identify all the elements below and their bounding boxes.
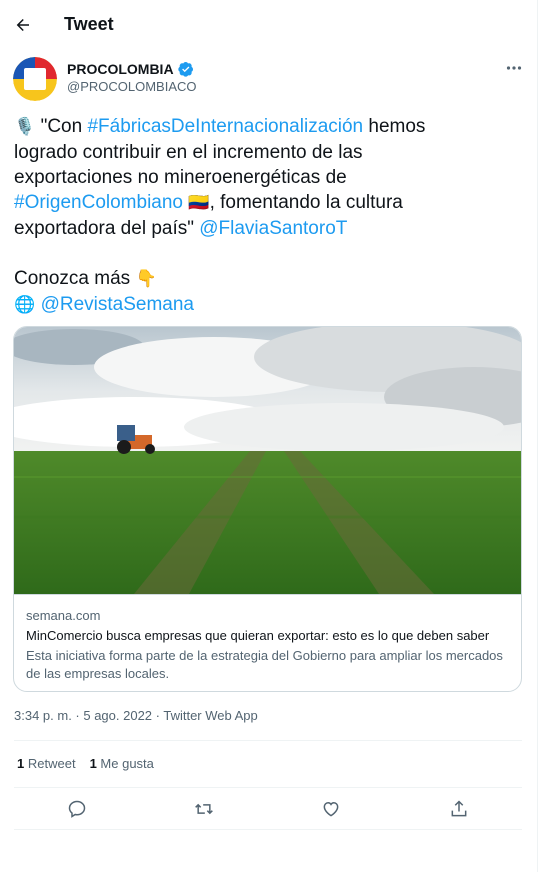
retweet-button[interactable] bbox=[189, 794, 219, 824]
back-arrow-icon bbox=[16, 19, 29, 31]
back-button[interactable] bbox=[8, 8, 38, 42]
page-header: Tweet bbox=[0, 0, 538, 50]
card-description: Esta iniciativa forma parte de la estrat… bbox=[26, 648, 503, 681]
author-display-name[interactable]: PROCOLOMBIA bbox=[67, 61, 174, 77]
tweet-line bbox=[14, 241, 514, 266]
tweet-text-segment: logrado contribuir en el incremento de l… bbox=[14, 142, 363, 163]
tweet-text-segment: "Con bbox=[40, 116, 88, 137]
tweet-text: 🎙️ "Con #FábricasDeInternacionalización … bbox=[14, 114, 514, 318]
mention-link[interactable]: @FlaviaSantoroT bbox=[199, 218, 347, 239]
more-options-button[interactable] bbox=[504, 58, 524, 78]
author-name-row: PROCOLOMBIA bbox=[67, 61, 194, 77]
tweet-line: Conozca más 👇 bbox=[14, 266, 514, 292]
tweet-stats: 1 Retweet 1 Me gusta bbox=[17, 756, 154, 771]
procolombia-logo-icon bbox=[13, 57, 57, 101]
tweet-line: exportaciones no mineroenergéticas de bbox=[14, 165, 514, 190]
card-domain: semana.com bbox=[26, 608, 101, 623]
tweet-text-segment: exportadora del país" bbox=[14, 218, 200, 239]
tweet-page: Tweet PROCOLOMBIA @PROCOLOMBIACO 🎙️ "Con… bbox=[0, 0, 538, 872]
reply-icon bbox=[68, 800, 86, 818]
divider bbox=[14, 829, 522, 830]
card-body: semana.com MinComercio busca empresas qu… bbox=[14, 594, 521, 691]
retweets-stat[interactable]: 1 Retweet bbox=[17, 756, 76, 771]
action-bar bbox=[0, 794, 538, 824]
mention-link[interactable]: @RevistaSemana bbox=[41, 294, 194, 315]
author-handle[interactable]: @PROCOLOMBIACO bbox=[67, 79, 197, 94]
retweet-icon bbox=[195, 803, 213, 815]
like-button[interactable] bbox=[316, 794, 346, 824]
more-options-icon bbox=[506, 66, 522, 70]
emoji-icon: 🌐 bbox=[14, 295, 41, 315]
share-icon bbox=[451, 800, 467, 817]
retweets-label: Retweet bbox=[27, 756, 76, 771]
tweet-line: 🎙️ "Con #FábricasDeInternacionalización … bbox=[14, 114, 514, 140]
tweet-text-segment: , fomentando la cultura bbox=[209, 192, 403, 213]
link-preview-card[interactable]: semana.com MinComercio busca empresas qu… bbox=[13, 326, 522, 692]
emoji-icon: 🇨🇴 bbox=[183, 193, 210, 213]
tweet-text-segment: exportaciones no mineroenergéticas de bbox=[14, 167, 347, 188]
emoji-icon: 👇 bbox=[135, 269, 157, 289]
tweet-timestamp[interactable]: 3:34 p. m. · 5 ago. 2022 · Twitter Web A… bbox=[14, 708, 258, 723]
tweet-text-segment: Conozca más bbox=[14, 268, 136, 289]
page-title: Tweet bbox=[64, 14, 114, 34]
like-icon bbox=[323, 801, 339, 817]
card-title: MinComercio busca empresas que quieran e… bbox=[26, 628, 490, 643]
divider bbox=[14, 740, 522, 741]
hashtag-link[interactable]: #OrigenColombiano bbox=[14, 192, 183, 213]
tweet-line: logrado contribuir en el incremento de l… bbox=[14, 140, 514, 165]
tweet-line: #OrigenColombiano 🇨🇴, fomentando la cult… bbox=[14, 190, 514, 216]
share-button[interactable] bbox=[444, 794, 474, 824]
card-image-farm-field bbox=[14, 327, 521, 594]
divider bbox=[14, 787, 522, 788]
likes-label: Me gusta bbox=[100, 756, 154, 771]
tweet-text-segment: hemos bbox=[363, 116, 426, 137]
reply-button[interactable] bbox=[62, 794, 92, 824]
tweet-line: exportadora del país" @FlaviaSantoroT bbox=[14, 216, 514, 241]
avatar[interactable] bbox=[13, 57, 57, 101]
likes-stat[interactable]: 1 Me gusta bbox=[90, 756, 154, 771]
hashtag-link[interactable]: #FábricasDeInternacionalización bbox=[87, 116, 363, 137]
verified-badge-icon bbox=[177, 62, 193, 77]
tweet-line: 🌐 @RevistaSemana bbox=[14, 292, 514, 318]
likes-count: 1 bbox=[89, 756, 97, 771]
tweet-text-segment bbox=[14, 243, 19, 264]
emoji-icon: 🎙️ bbox=[14, 117, 41, 137]
retweets-count: 1 bbox=[17, 756, 25, 771]
